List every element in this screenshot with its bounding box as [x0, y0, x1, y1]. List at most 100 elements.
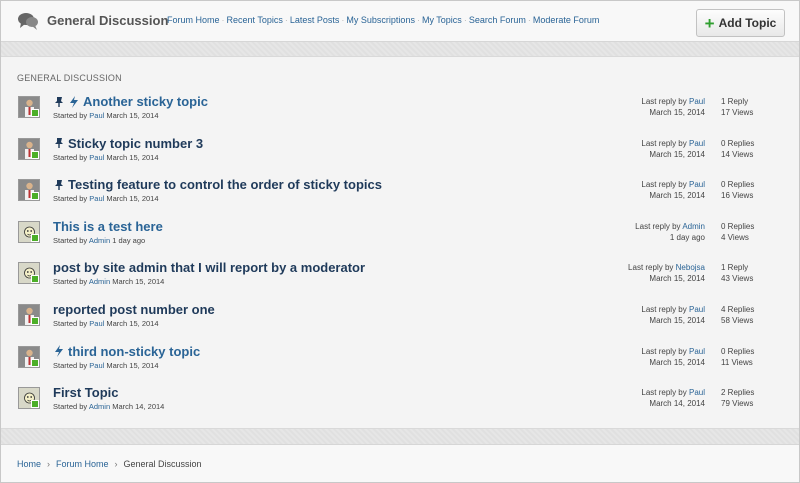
topic-title-link[interactable]: This is a test here — [53, 219, 163, 234]
last-reply-user-link[interactable]: Paul — [689, 180, 705, 189]
topic-meta: Started by Admin March 15, 2014 — [53, 277, 164, 286]
last-reply-date: March 15, 2014 — [649, 108, 705, 117]
last-reply-user-link[interactable]: Nebojsa — [676, 263, 705, 272]
topic-author-link[interactable]: Admin — [89, 402, 110, 411]
avatar[interactable] — [18, 387, 40, 410]
sticky-pin-icon — [55, 179, 63, 190]
nav-recent-topics[interactable]: Recent Topics — [227, 15, 283, 25]
add-topic-button[interactable]: + Add Topic — [696, 9, 785, 37]
last-reply-info: Last reply by Paul March 15, 2014 — [641, 96, 705, 118]
topic-author-link[interactable]: Paul — [89, 111, 104, 120]
topic-row: First Topic Started by Admin March 14, 20… — [1, 385, 799, 425]
last-reply-info: Last reply by Admin 1 day ago — [635, 221, 705, 243]
nav-separator: · — [463, 15, 467, 25]
online-status-icon — [31, 109, 39, 117]
topic-title-link[interactable]: Another sticky topic — [83, 94, 208, 109]
nav-moderate-forum[interactable]: Moderate Forum — [533, 15, 600, 25]
topic-stats: 1 Reply 17 Views — [721, 96, 753, 118]
topic-meta: Started by Paul March 15, 2014 — [53, 361, 159, 370]
last-reply-label: Last reply by — [641, 138, 687, 148]
nav-forum-home[interactable]: Forum Home — [167, 15, 220, 25]
last-reply-date: March 15, 2014 — [649, 357, 705, 367]
view-count: 58 Views — [721, 316, 754, 325]
topic-author-link[interactable]: Paul — [89, 194, 104, 203]
last-reply-info: Last reply by Paul March 15, 2014 — [641, 346, 705, 368]
online-status-icon — [31, 275, 39, 284]
started-by-label: Started by — [53, 360, 88, 370]
reply-count: 0 Replies — [721, 180, 755, 190]
nav-search-forum[interactable]: Search Forum — [469, 15, 526, 25]
section-title: GENERAL DISCUSSION — [17, 73, 122, 83]
topic-title-link[interactable]: Testing feature to control the order of … — [68, 177, 382, 192]
started-by-label: Started by — [53, 152, 88, 162]
topic-author-link[interactable]: Paul — [89, 153, 104, 162]
topic-date: March 14, 2014 — [112, 402, 165, 412]
topic-author-link[interactable]: Paul — [89, 361, 104, 370]
reply-count: 2 Replies — [721, 388, 755, 398]
last-reply-date: March 15, 2014 — [649, 316, 705, 325]
avatar[interactable] — [18, 304, 40, 326]
breadcrumb: Home › Forum Home › General Discussion — [17, 459, 202, 469]
topic-date: March 15, 2014 — [106, 360, 159, 370]
breadcrumb-separator: › — [47, 459, 51, 469]
avatar[interactable] — [18, 345, 40, 368]
page-title: General Discussion — [47, 13, 169, 28]
view-count: 16 Views — [721, 191, 754, 201]
topic-title-line: Sticky topic number 3 — [53, 136, 203, 151]
breadcrumb-bar: Home › Forum Home › General Discussion — [1, 444, 799, 482]
last-reply-label: Last reply by — [641, 305, 687, 314]
nav-latest-posts[interactable]: Latest Posts — [290, 15, 340, 25]
topic-stats: 1 Reply 43 Views — [721, 262, 753, 284]
nav-my-subscriptions[interactable]: My Subscriptions — [346, 15, 415, 25]
view-count: 4 Views — [721, 232, 749, 242]
last-reply-user-link[interactable]: Admin — [682, 222, 705, 231]
last-reply-info: Last reply by Paul March 15, 2014 — [641, 179, 705, 201]
topic-title-link[interactable]: post by site admin that I will report by… — [53, 260, 365, 275]
topic-date: March 15, 2014 — [106, 152, 159, 162]
last-reply-user-link[interactable]: Paul — [689, 97, 705, 106]
online-status-icon — [31, 192, 39, 201]
view-count: 17 Views — [721, 108, 754, 117]
topic-title-line: Testing feature to control the order of … — [53, 177, 382, 192]
topic-row: post by site admin that I will report by… — [1, 260, 799, 300]
topic-title-link[interactable]: reported post number one — [53, 302, 215, 317]
topic-list-panel: GENERAL DISCUSSION Another sticky topic S… — [1, 56, 799, 429]
last-reply-label: Last reply by — [641, 388, 687, 398]
nav-my-topics[interactable]: My Topics — [422, 15, 462, 25]
reply-count: 0 Replies — [721, 221, 755, 231]
last-reply-user-link[interactable]: Paul — [689, 305, 705, 314]
last-reply-user-link[interactable]: Paul — [689, 388, 705, 397]
nav-separator: · — [416, 15, 420, 25]
avatar[interactable] — [18, 179, 40, 202]
started-by-label: Started by — [53, 194, 88, 204]
topic-stats: 0 Replies 4 Views — [721, 221, 754, 243]
avatar[interactable] — [18, 137, 40, 160]
topic-title-line: third non-sticky topic — [53, 344, 200, 359]
last-reply-info: Last reply by Paul March 15, 2014 — [641, 304, 705, 326]
topic-title-link[interactable]: Sticky topic number 3 — [68, 136, 203, 151]
avatar[interactable] — [18, 220, 40, 243]
nav-separator: · — [221, 15, 225, 25]
topic-author-link[interactable]: Admin — [89, 236, 110, 245]
last-reply-user-link[interactable]: Paul — [689, 139, 705, 148]
topic-author-link[interactable]: Paul — [89, 319, 104, 328]
topic-title-link[interactable]: third non-sticky topic — [68, 344, 200, 359]
last-reply-label: Last reply by — [641, 97, 687, 106]
breadcrumb-forum-home[interactable]: Forum Home — [56, 459, 109, 469]
avatar[interactable] — [18, 262, 40, 285]
view-count: 43 Views — [721, 274, 754, 284]
breadcrumb-home[interactable]: Home — [17, 459, 41, 469]
avatar[interactable] — [18, 96, 40, 118]
sticky-pin-icon — [55, 96, 63, 107]
last-reply-date: March 15, 2014 — [649, 191, 705, 201]
breadcrumb-separator: › — [114, 459, 118, 469]
topic-title-link[interactable]: First Topic — [53, 385, 118, 400]
topic-row: third non-sticky topic Started by Paul Ma… — [1, 344, 799, 384]
reply-count: 4 Replies — [721, 305, 755, 314]
topic-title-line: reported post number one — [53, 302, 215, 317]
reply-count: 0 Replies — [721, 346, 755, 356]
nav-separator: · — [341, 15, 345, 25]
started-by-label: Started by — [53, 277, 88, 287]
topic-author-link[interactable]: Admin — [89, 277, 110, 286]
last-reply-user-link[interactable]: Paul — [689, 347, 705, 356]
